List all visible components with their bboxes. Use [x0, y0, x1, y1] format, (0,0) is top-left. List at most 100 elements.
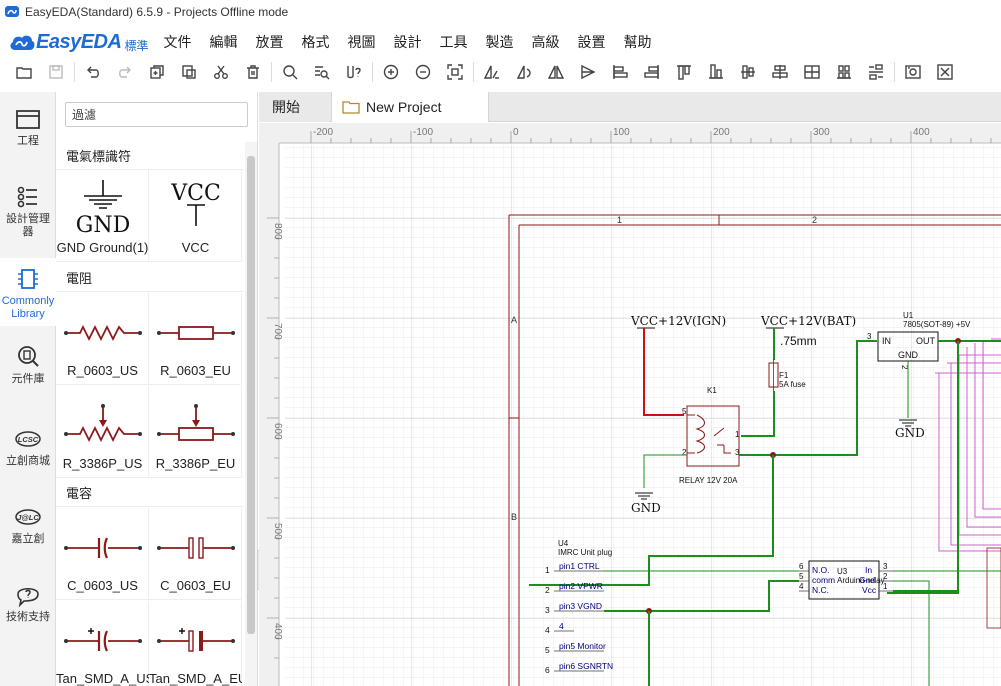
redo-icon[interactable]	[109, 59, 141, 85]
category-capacitors[interactable]: 電容	[56, 479, 244, 507]
relay-name: RELAY 12V 20A	[679, 476, 738, 485]
ruler-label: -200	[313, 127, 333, 138]
zoom-out-icon[interactable]	[407, 59, 439, 85]
toolbar-divider	[74, 62, 75, 82]
menu-place[interactable]: 放置	[255, 32, 283, 52]
nav-support[interactable]: 技術支持	[0, 582, 56, 632]
nav-lcsc[interactable]: LCSC 立創商城	[0, 426, 56, 476]
fit-icon[interactable]	[439, 59, 471, 85]
nav-jlc[interactable]: J@LC 嘉立創	[0, 504, 56, 554]
arduino-relay-pin-num: 1	[883, 582, 888, 591]
library-item-tan-smd-a-us[interactable]: Tan_SMD_A_US	[56, 601, 149, 686]
toolbar-divider	[473, 62, 474, 82]
schematic-canvas[interactable]: -200 -100 0 100 200 300 400 800 700 600 …	[259, 123, 1001, 686]
easyeda-window: EasyEDA(Standard) 6.5.9 - Projects Offli…	[0, 0, 1001, 686]
distribute-v-icon[interactable]	[860, 59, 892, 85]
align-icon[interactable]	[572, 59, 604, 85]
tab-new-project[interactable]: New Project	[331, 92, 489, 122]
gnd-label: GND	[895, 426, 925, 440]
align-top-icon[interactable]	[668, 59, 700, 85]
align-hcenter-icon[interactable]	[732, 59, 764, 85]
library-item-vcc[interactable]: VCC VCC	[149, 170, 242, 262]
svg-text:VCC: VCC	[170, 181, 221, 206]
mirror-icon[interactable]	[540, 59, 572, 85]
nav-project[interactable]: 工程	[0, 106, 56, 166]
imrc-pin-num: 2	[545, 585, 550, 595]
menu-format[interactable]: 格式	[301, 32, 329, 52]
undo-icon[interactable]	[77, 59, 109, 85]
imrc-pin-num: 3	[545, 605, 550, 615]
library-item-r-3386p-eu[interactable]: R_3386P_EU	[149, 386, 242, 478]
menu-view[interactable]: 視圖	[347, 32, 375, 52]
nav-design-manager[interactable]: 設計管理器	[0, 184, 56, 250]
resistor-eu-icon	[157, 326, 235, 340]
library-item-r-0603-us[interactable]: R_0603_US	[56, 293, 149, 385]
library-item-label: R_0603_EU	[160, 363, 231, 378]
new-folder-icon[interactable]	[8, 59, 40, 85]
tab-label: 開始	[272, 99, 300, 115]
menu-advanced[interactable]: 高級	[531, 32, 559, 52]
imrc-pin-label: pin2 VPWR	[559, 581, 603, 591]
menu-file[interactable]: 文件	[163, 32, 191, 52]
nav-component-library[interactable]: 元件庫	[0, 344, 56, 394]
library-item-r-3386p-us[interactable]: R_3386P_US	[56, 386, 149, 478]
align-right-icon[interactable]	[636, 59, 668, 85]
toolbar	[0, 58, 1001, 86]
imrc-ref: U4	[558, 539, 569, 548]
library-panel: 電氣標識符 GND GND Ground(1) VCC VCC 電阻 R_060…	[56, 92, 258, 686]
arduino-relay-pin-num: 6	[799, 562, 804, 571]
delete-icon[interactable]	[237, 59, 269, 85]
menu-help[interactable]: 幫助	[623, 32, 651, 52]
zoom-in-icon[interactable]	[375, 59, 407, 85]
easyeda-logo: EasyEDA 標準	[8, 31, 148, 54]
paste-icon[interactable]	[173, 59, 205, 85]
rotate-icon[interactable]	[476, 59, 508, 85]
shrink-icon[interactable]	[929, 59, 961, 85]
imrc-pin-num: 5	[545, 645, 550, 655]
arduino-relay-pin-label: comm	[812, 575, 835, 585]
imrc-pin-label: pin6 SGNRTN	[559, 661, 613, 671]
library-item-label: VCC	[181, 240, 210, 255]
library-scrollbar[interactable]	[245, 142, 257, 686]
relay-pin: 1	[735, 430, 740, 439]
vertical-ruler	[259, 123, 279, 686]
find-icon[interactable]	[306, 59, 338, 85]
ruler-label: 200	[713, 127, 730, 138]
arduino-relay-pin-num: 2	[883, 572, 888, 581]
library-item-c-0603-us[interactable]: C_0603_US	[56, 508, 149, 600]
save-icon[interactable]	[40, 59, 72, 85]
arduino-relay-pin-label: Gnd	[859, 575, 875, 585]
align-vcenter-icon[interactable]	[764, 59, 796, 85]
align-bottom-icon[interactable]	[700, 59, 732, 85]
nav-label: 設計管理器	[6, 213, 50, 238]
tab-home[interactable]: 開始	[259, 92, 329, 122]
flip-icon[interactable]	[508, 59, 540, 85]
image-icon[interactable]	[897, 59, 929, 85]
relay-pin: 5	[682, 407, 687, 416]
cut-icon[interactable]	[205, 59, 237, 85]
menu-settings[interactable]: 設置	[577, 32, 605, 52]
copy-icon[interactable]	[141, 59, 173, 85]
scrollbar-thumb[interactable]	[247, 156, 255, 634]
grid-icon[interactable]	[796, 59, 828, 85]
menu-fabrication[interactable]: 製造	[485, 32, 513, 52]
filter-input[interactable]	[65, 102, 248, 127]
search-icon[interactable]	[274, 59, 306, 85]
help-icon[interactable]	[338, 59, 370, 85]
distribute-icon[interactable]	[828, 59, 860, 85]
chip-icon	[18, 269, 38, 289]
schematic-sheet[interactable]: -200 -100 0 100 200 300 400 800 700 600 …	[259, 123, 1001, 686]
library-item-tan-smd-a-eu[interactable]: Tan_SMD_A_EU	[149, 601, 242, 686]
nav-commonly-library[interactable]: Commonly Library	[0, 258, 56, 326]
menu-design[interactable]: 設計	[393, 32, 421, 52]
library-item-c-0603-eu[interactable]: C_0603_EU	[149, 508, 242, 600]
library-item-gnd[interactable]: GND GND Ground(1)	[56, 170, 149, 262]
library-item-label: GND Ground(1)	[56, 240, 149, 255]
library-item-r-0603-eu[interactable]: R_0603_EU	[149, 293, 242, 385]
nav-label: 技術支持	[6, 611, 50, 623]
align-left-icon[interactable]	[604, 59, 636, 85]
menu-edit[interactable]: 編輯	[209, 32, 237, 52]
menu-tools[interactable]: 工具	[439, 32, 467, 52]
category-resistors[interactable]: 電阻	[56, 264, 244, 292]
category-electrical-symbols[interactable]: 電氣標識符	[56, 142, 244, 170]
